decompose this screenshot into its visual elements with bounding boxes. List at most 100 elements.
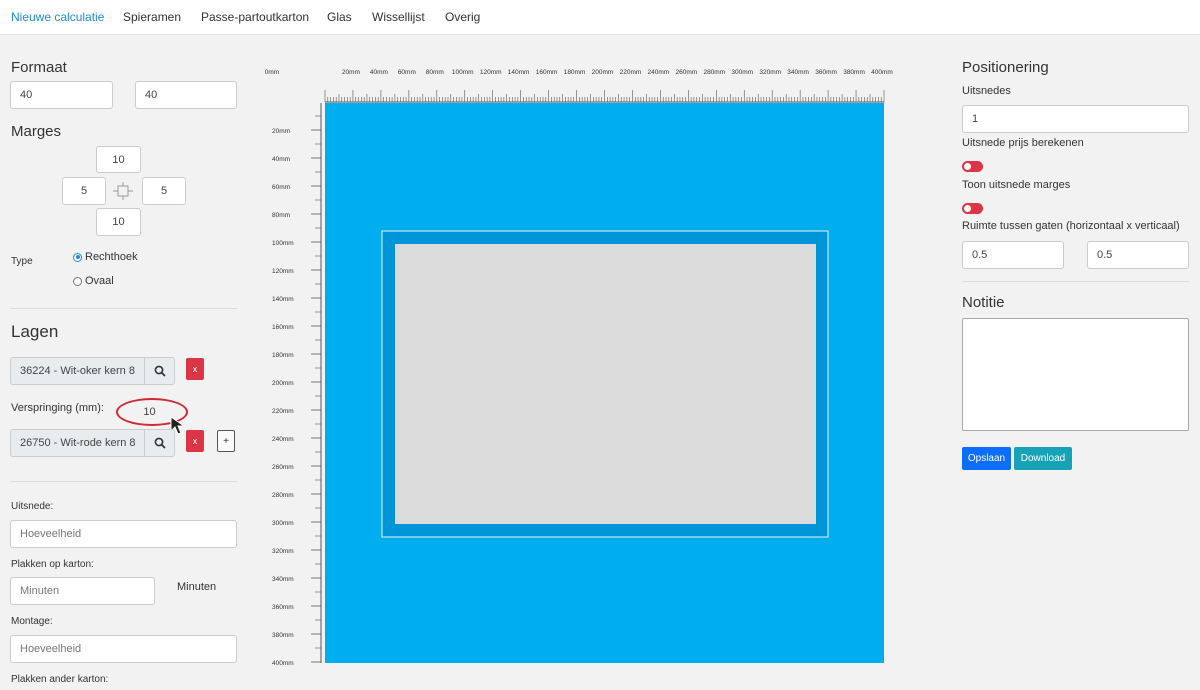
radio-label: Ovaal [85, 275, 114, 287]
search-icon[interactable] [144, 357, 175, 385]
radio-dot-selected [73, 252, 82, 262]
ruler-label: 20mm [272, 128, 290, 135]
tab-spieramen[interactable]: Spieramen [123, 10, 181, 24]
ruimte-label: Ruimte tussen gaten (horizontaal x verti… [962, 220, 1180, 232]
marges-toggle[interactable] [962, 203, 983, 214]
tab-glas[interactable]: Glas [327, 10, 352, 24]
marges-heading: Marges [11, 123, 62, 140]
ruler-label: 360mm [815, 69, 837, 76]
marge-bottom-input[interactable]: 10 [96, 208, 141, 236]
ruler-label: 220mm [620, 69, 642, 76]
ruler-label: 200mm [272, 380, 294, 387]
ruler-label: 360mm [272, 604, 294, 611]
lagen-heading: Lagen [11, 322, 59, 341]
marge-right-input[interactable]: 5 [142, 177, 186, 205]
ruler-label: 260mm [676, 69, 698, 76]
ruler-label: 200mm [592, 69, 614, 76]
uitsnede-label: Uitsnede: [11, 501, 54, 512]
opslaan-button[interactable]: Opslaan [962, 447, 1011, 470]
plakken-input[interactable]: Minuten [10, 577, 155, 605]
plakken-ander-label: Plakken ander karton: [11, 674, 109, 685]
formaat-width-input[interactable]: 40 [10, 81, 113, 109]
ruimte-vertical-input[interactable]: 0.5 [1087, 241, 1189, 269]
ruler-label: 120mm [480, 69, 502, 76]
ruler-label: 60mm [398, 69, 416, 76]
ruler-label: 100mm [452, 69, 474, 76]
uitsnede-input[interactable]: Hoeveelheid [10, 520, 237, 548]
layer-2[interactable]: 26750 - Wit-rode kern 8 [10, 429, 175, 457]
ruler-label: 220mm [272, 408, 294, 415]
ruler-label: 40mm [272, 156, 290, 163]
divider [962, 281, 1189, 282]
ruler-label: 80mm [426, 69, 444, 76]
ruler-label: 140mm [272, 296, 294, 303]
ruler-label: 120mm [272, 268, 294, 275]
uitsnedes-label: Uitsnedes [962, 85, 1011, 97]
ruler-label: 380mm [272, 632, 294, 639]
formaat-heading: Formaat [11, 59, 67, 76]
verspringing-label: Verspringing (mm): [11, 402, 104, 414]
radio-rechthoek[interactable]: Rechthoek [73, 251, 138, 263]
ruimte-horizontal-input[interactable]: 0.5 [962, 241, 1064, 269]
prijs-label: Uitsnede prijs berekenen [962, 137, 1084, 149]
remove-layer-2-button[interactable]: x [186, 430, 204, 452]
ruler-label: 0mm [265, 69, 279, 76]
ruler-label: 400mm [871, 69, 893, 76]
ruler-label: 340mm [787, 69, 809, 76]
ruler-label: 320mm [759, 69, 781, 76]
ruler-label: 240mm [272, 436, 294, 443]
ruler-label: 340mm [272, 576, 294, 583]
plakken-label: Plakken op karton: [11, 559, 94, 570]
montage-label: Montage: [11, 616, 53, 627]
divider [10, 481, 237, 482]
ruler-label: 380mm [843, 69, 865, 76]
formaat-height-input[interactable]: 40 [135, 81, 237, 109]
ruler-label: 100mm [272, 240, 294, 247]
ruler-label: 40mm [370, 69, 388, 76]
mat-opening [395, 244, 816, 524]
radio-ovaal[interactable]: Ovaal [73, 275, 114, 287]
ruler-label: 20mm [342, 69, 360, 76]
marges-toggle-label: Toon uitsnede marges [962, 179, 1071, 191]
ruler-label: 260mm [272, 464, 294, 471]
ruler-label: 60mm [272, 184, 290, 191]
ruler-label: 160mm [272, 324, 294, 331]
ruler-label: 240mm [648, 69, 670, 76]
prijs-toggle[interactable] [962, 161, 983, 172]
tab-wissellijst[interactable]: Wissellijst [372, 10, 425, 24]
tab-nieuwe-calculatie[interactable]: Nieuwe calculatie [11, 10, 104, 24]
remove-layer-1-button[interactable]: x [186, 358, 204, 380]
ruler-label: 400mm [272, 660, 294, 667]
add-layer-button[interactable]: + [217, 430, 235, 452]
ruler-label: 320mm [272, 548, 294, 555]
marge-left-input[interactable]: 5 [62, 177, 106, 205]
mat-preview-canvas: 0mm 20mm 40mm 60mm 80mm 100mm 120mm 140mm 160mm 1… [265, 69, 893, 667]
ruler-label: 180mm [272, 352, 294, 359]
radio-label: Rechthoek [85, 251, 138, 263]
ruler-label: 300mm [731, 69, 753, 76]
tab-passe-partoutkarton[interactable]: Passe-partoutkarton [201, 10, 309, 24]
radio-dot [73, 276, 82, 286]
ruler-label: 80mm [272, 212, 290, 219]
ruler-label: 280mm [272, 492, 294, 499]
positionering-heading: Positionering [962, 59, 1049, 76]
tab-overig[interactable]: Overig [445, 10, 480, 24]
search-icon[interactable] [144, 429, 175, 457]
notitie-heading: Notitie [962, 294, 1005, 311]
plakken-unit: Minuten [177, 581, 217, 593]
layer-1[interactable]: 36224 - Wit-oker kern 8 [10, 357, 175, 385]
ruler-label: 160mm [536, 69, 558, 76]
ruler-label: 180mm [564, 69, 586, 76]
top-nav: Nieuwe calculatie Spieramen Passe-partou… [0, 0, 1200, 35]
ruler-label: 280mm [703, 69, 725, 76]
montage-input[interactable]: Hoeveelheid [10, 635, 237, 663]
layer-2-value: 26750 - Wit-rode kern 8 [10, 429, 144, 457]
divider [10, 308, 237, 309]
notitie-textarea[interactable] [962, 318, 1189, 431]
margin-center-icon [113, 182, 133, 200]
type-label: Type [11, 256, 33, 267]
uitsnedes-input[interactable]: 1 [962, 105, 1189, 133]
marge-top-input[interactable]: 10 [96, 146, 141, 173]
download-button[interactable]: Download [1014, 447, 1072, 470]
ruler-label: 300mm [272, 520, 294, 527]
